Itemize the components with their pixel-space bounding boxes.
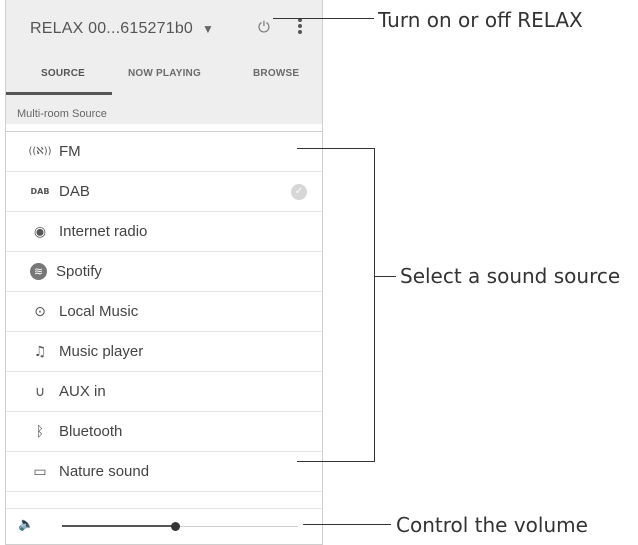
sources-callout-top: [297, 148, 374, 149]
source-label: Bluetooth: [59, 423, 123, 440]
source-item-nature-sound[interactable]: ▭ Nature sound: [6, 452, 322, 492]
source-list: ((ℵ)) FM DAB DAB ✓ ◉ Internet radio ≋ Sp…: [6, 131, 322, 522]
volume-bar: 🔈: [6, 508, 322, 544]
volume-slider-track[interactable]: [62, 522, 298, 531]
volume-slider-handle[interactable]: [171, 522, 180, 531]
sources-callout-bottom: [297, 461, 374, 462]
source-label: Nature sound: [59, 463, 150, 480]
more-options-icon[interactable]: [297, 18, 303, 36]
power-icon[interactable]: ⏻: [258, 19, 270, 36]
source-label: Spotify: [56, 263, 102, 280]
bluetooth-icon: ᛒ: [35, 423, 45, 440]
source-label: AUX in: [59, 383, 106, 400]
source-item-spotify[interactable]: ≋ Spotify: [6, 252, 322, 292]
source-item-local-music[interactable]: ⊙ Local Music: [6, 292, 322, 332]
source-item-fm[interactable]: ((ℵ)) FM: [6, 132, 322, 172]
source-item-dab[interactable]: DAB DAB ✓: [6, 172, 322, 212]
tab-source[interactable]: SOURCE: [41, 68, 85, 79]
selected-check-icon: ✓: [291, 184, 307, 200]
source-label: FM: [59, 143, 81, 160]
sources-callout-text: Select a sound source: [400, 264, 621, 288]
source-item-aux-in[interactable]: ∪ AUX in: [6, 372, 322, 412]
power-callout-text: Turn on or off RELAX: [378, 8, 583, 32]
dab-icon: DAB: [30, 187, 50, 196]
nature-sound-icon: ▭: [33, 463, 47, 480]
power-callout-line: [273, 18, 374, 19]
globe-icon: ◉: [33, 223, 47, 240]
tab-browse[interactable]: BROWSE: [253, 68, 299, 79]
source-label: Music player: [59, 343, 144, 360]
sources-callout-bracket: [374, 148, 375, 462]
volume-callout-text: Control the volume: [396, 513, 588, 537]
source-item-bluetooth[interactable]: ᛒ Bluetooth: [6, 412, 322, 452]
music-note-icon: ♫: [33, 343, 47, 360]
source-label: Internet radio: [59, 223, 148, 240]
spotify-icon: ≋: [30, 263, 47, 280]
active-tab-indicator: [6, 92, 112, 95]
chevron-down-icon[interactable]: ▼: [202, 22, 214, 36]
aux-plug-icon: ∪: [34, 383, 46, 400]
local-music-icon: ⊙: [34, 303, 46, 320]
sources-callout-line: [374, 276, 396, 277]
source-label: DAB: [59, 183, 90, 200]
phone-screen: RELAX 00...615271b0 ▼ ⏻ SOURCE NOW PLAYI…: [5, 0, 323, 545]
section-label: Multi-room Source: [17, 108, 107, 120]
speaker-icon: 🔈: [18, 517, 35, 532]
source-item-music-player[interactable]: ♫ Music player: [6, 332, 322, 372]
volume-callout-line: [303, 524, 391, 525]
device-name[interactable]: RELAX 00...615271b0: [30, 20, 193, 38]
tab-now-playing[interactable]: NOW PLAYING: [128, 68, 201, 79]
antenna-icon: ((ℵ)): [28, 146, 52, 157]
source-label: Local Music: [59, 303, 139, 320]
volume-slider-fill: [62, 525, 175, 527]
source-item-internet-radio[interactable]: ◉ Internet radio: [6, 212, 322, 252]
